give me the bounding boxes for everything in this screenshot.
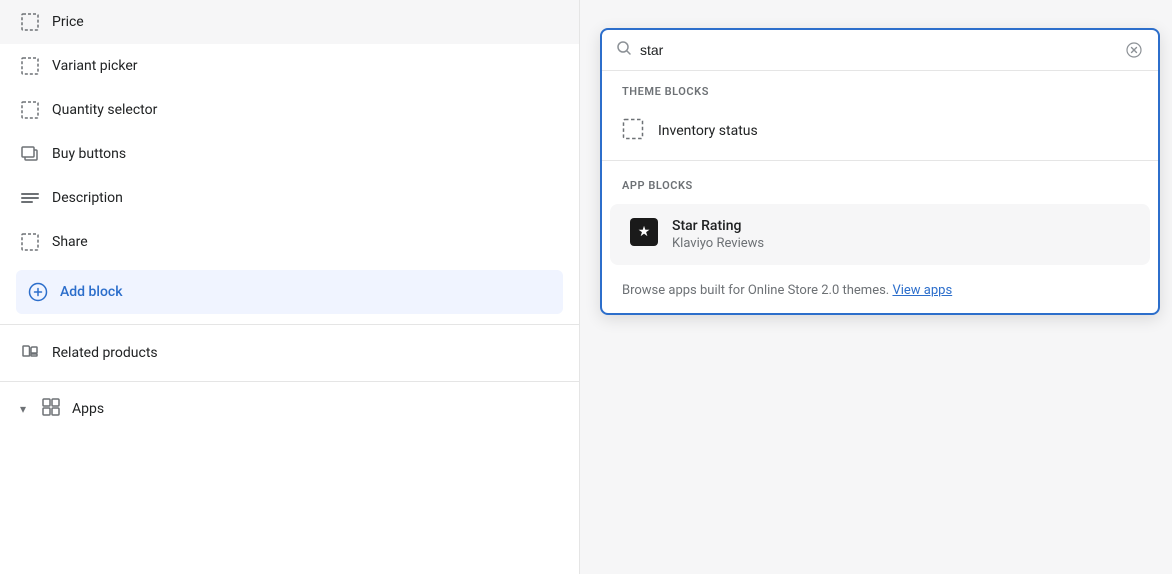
section-divider	[602, 160, 1158, 161]
apps-label: Apps	[72, 401, 104, 417]
inventory-status-block[interactable]: Inventory status	[602, 106, 1158, 156]
apps-chevron-icon: ▾	[20, 402, 26, 416]
sidebar-item-share-label: Share	[52, 234, 88, 250]
sidebar-item-quantity-selector[interactable]: Quantity selector	[0, 88, 579, 132]
share-icon	[20, 232, 40, 252]
theme-blocks-header: THEME BLOCKS	[602, 71, 1158, 106]
browse-text: Browse apps built for Online Store 2.0 t…	[602, 269, 1158, 313]
inventory-status-icon	[622, 118, 644, 144]
apps-icon	[42, 398, 60, 420]
star-rating-subtitle: Klaviyo Reviews	[672, 236, 764, 251]
left-panel: Price Variant picker Quantity selector B…	[0, 0, 580, 574]
search-icon	[616, 40, 632, 60]
clear-search-button[interactable]	[1124, 40, 1144, 60]
divider-2	[0, 381, 579, 382]
variant-picker-icon	[20, 56, 40, 76]
app-blocks-header: APP BLOCKS	[602, 165, 1158, 200]
add-block-button[interactable]: Add block	[16, 270, 563, 314]
sidebar-item-buy-buttons-label: Buy buttons	[52, 146, 126, 162]
star-rating-app-icon	[630, 218, 658, 246]
price-icon	[20, 12, 40, 32]
description-icon	[20, 188, 40, 208]
sidebar-item-description-label: Description	[52, 190, 123, 206]
sidebar-item-description[interactable]: Description	[0, 176, 579, 220]
star-rating-name: Star Rating	[672, 218, 764, 234]
related-products-label: Related products	[52, 345, 158, 361]
add-block-icon	[28, 282, 48, 302]
star-rating-app-block[interactable]: Star Rating Klaviyo Reviews	[610, 204, 1150, 265]
search-popup: THEME BLOCKS Inventory status APP BLOCKS…	[600, 28, 1160, 315]
sidebar-item-apps[interactable]: ▾ Apps	[0, 386, 579, 432]
sidebar-item-variant-picker-label: Variant picker	[52, 58, 137, 74]
sidebar-item-share[interactable]: Share	[0, 220, 579, 264]
divider-1	[0, 324, 579, 325]
related-products-icon	[20, 341, 40, 365]
view-apps-link[interactable]: View apps	[892, 283, 952, 298]
search-input[interactable]	[640, 42, 1116, 58]
buy-buttons-icon	[20, 144, 40, 164]
star-rating-app-info: Star Rating Klaviyo Reviews	[672, 218, 764, 251]
add-block-label: Add block	[60, 284, 123, 300]
quantity-selector-icon	[20, 100, 40, 120]
sidebar-item-price-label: Price	[52, 14, 84, 30]
sidebar-item-related-products[interactable]: Related products	[0, 329, 579, 377]
sidebar-item-variant-picker[interactable]: Variant picker	[0, 44, 579, 88]
sidebar-item-price[interactable]: Price	[0, 0, 579, 44]
search-bar	[602, 30, 1158, 71]
sidebar-item-quantity-selector-label: Quantity selector	[52, 102, 157, 118]
sidebar-item-buy-buttons[interactable]: Buy buttons	[0, 132, 579, 176]
inventory-status-label: Inventory status	[658, 123, 758, 139]
